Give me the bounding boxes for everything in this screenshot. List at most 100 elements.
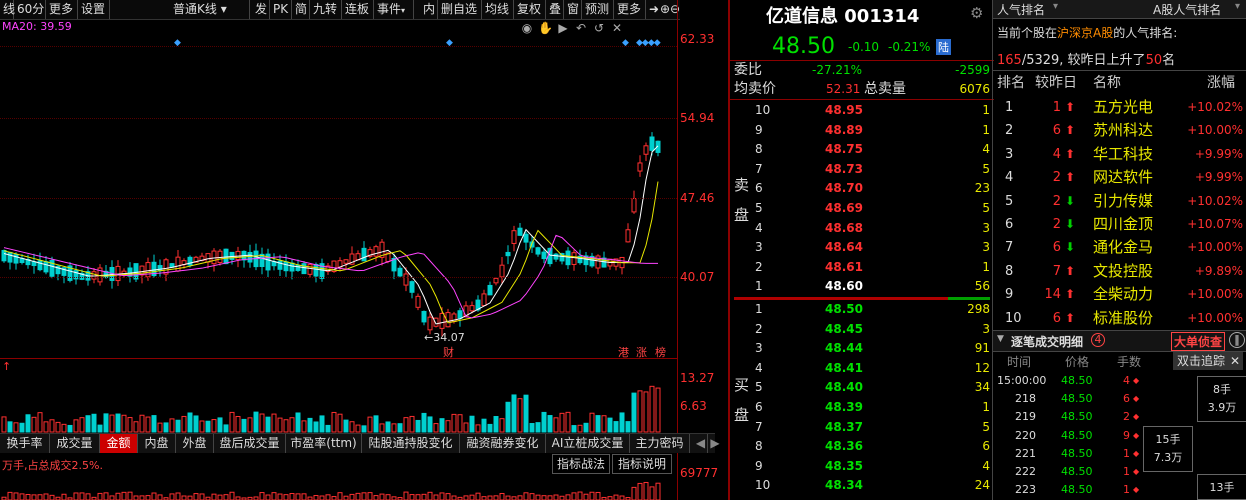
bid-row[interactable]: 1 48.50 298 [730,300,994,319]
ask-row[interactable]: 5 48.69 5 [730,199,994,218]
tab-ai-volume[interactable]: AI立桩成交量 [546,434,630,453]
toolbar-item-ma[interactable]: 均线 [482,0,514,19]
ask-row[interactable]: 4 48.68 3 [730,219,994,238]
rank-row[interactable]: 2 6 ⬆ 苏州科达 +10.00% [993,119,1246,142]
rank-row[interactable]: 5 2 ⬇ 引力传媒 +10.02% [993,190,1246,213]
chevron-down-icon[interactable]: ▾ [1053,1,1058,12]
ask-row[interactable]: 9 48.89 1 [730,121,994,140]
stock-name-link[interactable]: 苏州科达 [1093,119,1153,142]
ask-row[interactable]: 10 48.95 1 [730,101,994,120]
ask-row[interactable]: 6 48.70 23 [730,179,994,198]
close-icon[interactable]: ✕ [610,21,624,35]
volume-bar [343,419,349,433]
bid-row[interactable]: 9 48.35 4 [730,457,994,476]
rank-row[interactable]: 1 1 ⬆ 五方光电 +10.02% [993,96,1246,119]
rank-row[interactable]: 8 7 ⬆ 文投控股 +9.89% [993,260,1246,283]
stock-name-link[interactable]: 文投控股 [1093,260,1153,283]
toolbar-item-events[interactable]: 事件▾ [374,0,414,19]
candle [247,251,253,263]
toolbar-item-more2[interactable]: 更多 [614,0,646,19]
toolbar-item-pk[interactable]: PK [270,0,292,19]
tab-amount[interactable]: 金额 [100,434,138,453]
plus-icon[interactable]: ⊕ [660,0,670,19]
tab-turnover[interactable]: 换手率 [0,434,50,453]
rank-tab-popularity[interactable]: 人气排名 [997,1,1045,18]
toolbar-item-overlay[interactable]: 叠 [546,0,564,19]
rank-row[interactable]: 4 2 ⬆ 网达软件 +9.99% [993,166,1246,189]
toolbar-item-jian[interactable]: 简 [292,0,310,19]
toolbar-item-fa[interactable]: 发 [252,0,270,19]
toolbar-item-forecast[interactable]: 预测 [582,0,614,19]
toolbar-item-line[interactable]: 线 [0,0,15,19]
indicator-tabs: 换手率 成交量 金额 内盘 外盘 盘后成交量 市盈率(ttm) 陆股通持股变化 … [0,433,720,453]
bid-row[interactable]: 5 48.40 34 [730,378,994,397]
ask-level: 10 [755,103,771,117]
toolbar-item-window[interactable]: 窗 [564,0,582,19]
tab-inner[interactable]: 内盘 [138,434,176,453]
rank-row[interactable]: 7 6 ⬇ 通化金马 +10.00% [993,236,1246,259]
hand-icon[interactable]: ✋ [538,21,553,35]
stock-name-link[interactable]: 通化金马 [1093,236,1153,259]
tab-scroll-left-icon[interactable]: ◀ [694,434,708,453]
minus-icon[interactable]: ⊖ [670,0,680,19]
toolbar-item-lianban[interactable]: 连板 [342,0,374,19]
bid-row[interactable]: 4 48.41 12 [730,359,994,378]
indicator-bar [49,494,55,500]
toolbar-item-more[interactable]: 更多 [46,0,78,19]
tab-after-hours-volume[interactable]: 盘后成交量 [214,434,286,453]
toolbar-item-60min[interactable]: 60分 [14,0,46,19]
bid-row[interactable]: 2 48.45 3 [730,320,994,339]
bid-row[interactable]: 8 48.36 6 [730,437,994,456]
bid-row[interactable]: 10 48.34 24 [730,476,994,495]
rank-row[interactable]: 9 14 ⬆ 全柴动力 +10.00% [993,283,1246,306]
ask-row[interactable]: 8 48.75 4 [730,140,994,159]
toolbar-item-settings[interactable]: 设置 [78,0,110,19]
strategy-button[interactable]: 指标战法 [552,454,610,474]
tab-scroll-right-icon[interactable]: ▶ [708,434,722,453]
rank-number: 7 [1005,240,1014,256]
history-icon[interactable]: ↺ [592,21,606,35]
volume-bar [607,417,613,433]
indicator-bar [607,496,613,500]
explain-button[interactable]: 指标说明 [612,454,672,474]
rank-tab-ashare[interactable]: A股人气排名 [1153,1,1221,18]
arrow-right-icon[interactable]: ➜ [646,0,660,19]
undo-icon[interactable]: ↶ [574,21,588,35]
rank-row[interactable]: 3 4 ⬆ 华工科技 +9.99% [993,143,1246,166]
toolbar-item-jiuzhuan[interactable]: 九转 [310,0,342,19]
tab-volume[interactable]: 成交量 [50,434,100,453]
stock-name-link[interactable]: 网达软件 [1093,166,1153,189]
ask-row[interactable]: 3 48.64 3 [730,238,994,257]
tab-main-force[interactable]: 主力密码 [630,434,690,453]
stock-name-link[interactable]: 全柴动力 [1093,283,1153,306]
chevron-down-icon[interactable]: ▼ [997,334,1004,344]
ask-row[interactable]: 2 48.61 1 [730,258,994,277]
eye-icon[interactable]: ◉ [520,21,534,35]
bid-row[interactable]: 7 48.37 5 [730,418,994,437]
tab-northbound-holding[interactable]: 陆股通持股变化 [362,434,460,453]
big-order-button[interactable]: 大单侦查 [1171,332,1226,351]
rank-row[interactable]: 6 2 ⬇ 四川金顶 +10.07% [993,213,1246,236]
ask-row[interactable]: 7 48.73 5 [730,160,994,179]
stock-name-link[interactable]: 五方光电 [1093,96,1153,119]
bid-row[interactable]: 3 48.44 91 [730,339,994,358]
chevron-down-icon[interactable]: ▾ [1235,1,1240,12]
toolbar-item-fuquan[interactable]: 复权 [514,0,546,19]
trade-time: 15:00:00 [997,374,1047,387]
tab-pe-ttm[interactable]: 市盈率(ttm) [286,434,362,453]
stock-name-link[interactable]: 四川金顶 [1093,213,1153,236]
pause-icon[interactable]: ‖ [1229,332,1245,348]
stock-name-link[interactable]: 标准股份 [1093,307,1153,330]
toolbar-item-delete-watchlist[interactable]: 删自选 [438,0,482,19]
toolbar-item-nei[interactable]: 内 [420,0,438,19]
gear-icon[interactable]: ⚙ [970,4,983,22]
kline-type-select[interactable]: 普通K线 ▾ [170,0,250,19]
tab-margin-change[interactable]: 融资融券变化 [460,434,546,453]
rank-row[interactable]: 10 6 ⬆ 标准股份 +10.00% [993,307,1246,330]
bid-row[interactable]: 6 48.39 1 [730,398,994,417]
ask-row[interactable]: 1 48.60 56 [730,277,994,296]
stock-name-link[interactable]: 引力传媒 [1093,190,1153,213]
tab-outer[interactable]: 外盘 [176,434,214,453]
play-icon[interactable]: ▶ [556,21,570,35]
stock-name-link[interactable]: 华工科技 [1093,143,1153,166]
